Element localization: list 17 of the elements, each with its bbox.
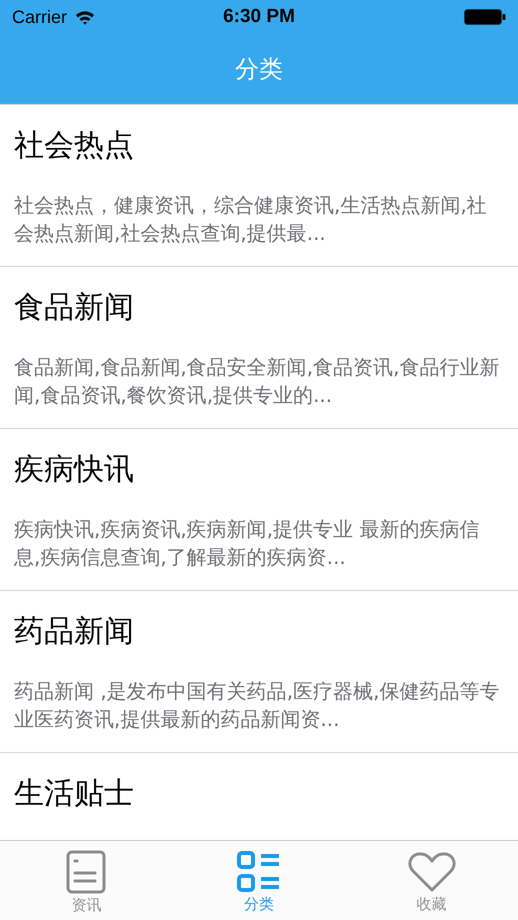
category-title[interactable]: 生活贴士 (14, 774, 504, 814)
category-title[interactable]: 社会热点 (14, 126, 504, 166)
nav-title: 分类 (235, 54, 283, 85)
clock: 6:30 PM (223, 6, 295, 28)
category-description: 药品新闻 ,是发布中国有关药品,医疗器械,保健药品等专业医药资讯,提供最新的药品新闻资... (14, 678, 500, 733)
category-description: 食品新闻,食品新闻,食品安全新闻,食品资讯,食品行业新闻,食品资讯,餐饮资讯,提供专业的... (14, 354, 500, 409)
battery-icon (464, 9, 506, 25)
heart-icon (406, 851, 457, 893)
category-description: 疾病快讯,疾病资讯,疾病新闻,提供专业 最新的疾病信息,疾病信息查询,了解最新的疾病资... (14, 516, 480, 571)
category-title[interactable]: 药品新闻 (14, 612, 504, 652)
category-title[interactable]: 食品新闻 (14, 288, 504, 328)
document-icon (66, 850, 106, 894)
list-icon (237, 851, 281, 893)
category-title[interactable]: 疾病快讯 (14, 450, 504, 490)
category-description: 社会热点，健康资讯，综合健康资讯,生活热点新闻,社会热点新闻,社会热点查询,提供最... (14, 192, 488, 247)
carrier-label: Carrier (12, 6, 68, 28)
wifi-icon (75, 10, 96, 24)
